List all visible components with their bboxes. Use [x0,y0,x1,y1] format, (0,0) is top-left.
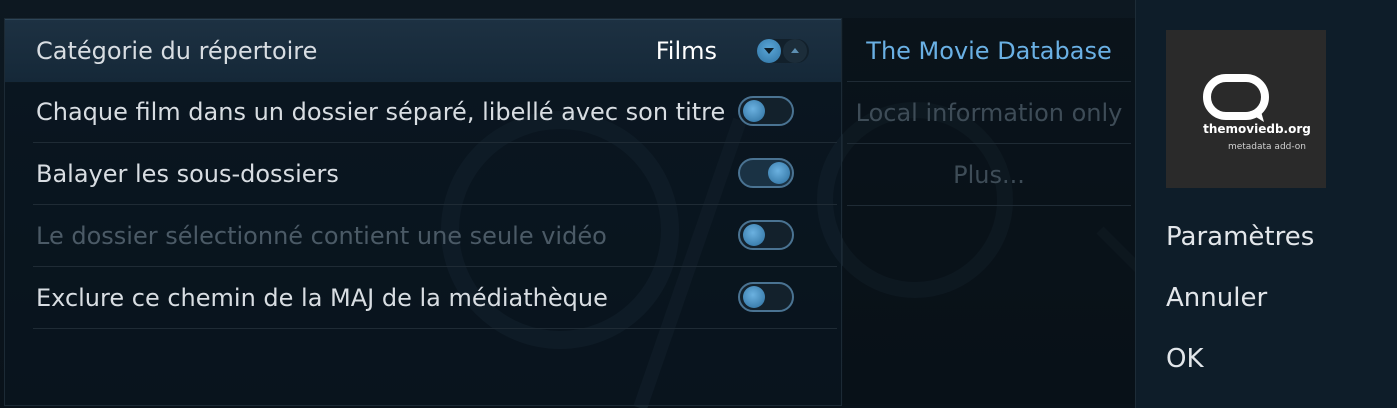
content-settings-dialog: Catégorie du répertoire Films Chaque fil… [0,0,1397,408]
setting-row-separate-folders[interactable]: Chaque film dans un dossier séparé, libe… [5,81,841,143]
scraper-label: Plus... [953,161,1025,189]
setting-row-exclude-path[interactable]: Exclure ce chemin de la MAJ de la médiat… [5,267,841,329]
actions-panel: themoviedb.org metadata add-on Paramètre… [1135,0,1397,408]
setting-label: Chaque film dans un dossier séparé, libe… [36,98,726,126]
toggle-knob [743,100,765,122]
ok-button[interactable]: OK [1166,339,1204,379]
settings-button[interactable]: Paramètres [1166,217,1314,257]
setting-label: Le dossier sélectionné contient une seul… [36,222,607,250]
setting-label: Exclure ce chemin de la MAJ de la médiat… [36,284,608,312]
addon-brand: themoviedb.org [1203,122,1311,136]
toggle-knob [743,224,765,246]
category-value: Films [655,37,717,65]
single-video-toggle [738,220,794,250]
setting-row-scan-subfolders[interactable]: Balayer les sous-dossiers [5,143,841,205]
scraper-list: The Movie Database Local information onl… [843,18,1135,404]
scraper-label: Local information only [855,99,1123,127]
row-divider [33,328,837,329]
scraper-item-local-info[interactable]: Local information only [843,82,1135,144]
chevron-up-icon [791,48,799,53]
toggle-knob [768,162,790,184]
addon-logo: themoviedb.org metadata add-on [1166,30,1326,188]
speech-bubble-icon [1203,74,1269,122]
scraper-label: The Movie Database [866,37,1112,65]
settings-list: Catégorie du répertoire Films Chaque fil… [4,18,842,406]
scraper-item-tmdb[interactable]: The Movie Database [843,20,1135,82]
setting-label: Balayer les sous-dossiers [36,160,339,188]
scan-subfolders-toggle[interactable] [738,158,794,188]
spinner-down-button[interactable] [757,39,781,63]
spinner-up-button[interactable] [783,39,807,63]
cancel-button[interactable]: Annuler [1166,278,1267,318]
exclude-path-toggle[interactable] [738,282,794,312]
setting-row-category[interactable]: Catégorie du répertoire Films [5,19,841,83]
scraper-item-more[interactable]: Plus... [843,144,1135,206]
setting-row-single-video: Le dossier sélectionné contient une seul… [5,205,841,267]
separate-folders-toggle[interactable] [738,96,794,126]
category-spinner[interactable] [757,39,809,63]
addon-subtitle: metadata add-on [1227,142,1306,152]
toggle-knob [743,286,765,308]
chevron-down-icon [764,48,774,54]
row-divider [847,205,1131,206]
setting-label: Catégorie du répertoire [36,37,318,65]
